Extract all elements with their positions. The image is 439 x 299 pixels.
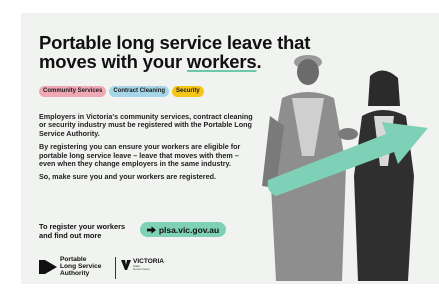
body-paragraph-1: Employers in Victoria's community servic… [39, 112, 253, 138]
tag-security: Security [172, 86, 204, 97]
headline-line2-pre: moves with your [39, 51, 187, 72]
body-copy: Employers in Victoria's community servic… [39, 112, 257, 187]
plsa-mark-icon [39, 260, 57, 275]
headline-underlined-word: workers [186, 51, 257, 72]
cta-line1: To register your workers [39, 222, 126, 231]
plsa-logo: Portable Long Service Authority [39, 256, 101, 277]
handshake [338, 128, 358, 140]
victoria-v-icon [121, 259, 131, 270]
tag-contract-cleaning: Contract Cleaning [109, 86, 170, 97]
body-paragraph-3: So, make sure you and your workers are r… [39, 172, 216, 182]
tag-community-services: Community Services [39, 86, 107, 97]
plsa-line3: Authority [60, 269, 90, 277]
arrow-right-icon [146, 225, 156, 234]
website-link-label: plsa.vic.gov.au [158, 224, 220, 235]
workers-photo [262, 55, 428, 281]
cta-text: To register your workers and find out mo… [39, 222, 139, 240]
website-link-button[interactable]: plsa.vic.gov.au [140, 222, 226, 237]
victoria-sub2: Government [133, 267, 150, 271]
worker-woman [354, 70, 414, 281]
logo-divider [115, 257, 116, 279]
cta-line2: and find out more [39, 231, 102, 240]
body-paragraph-2: By registering you can ensure your worke… [39, 142, 241, 169]
victoria-government-logo: VICTORIA State Government [121, 258, 164, 271]
industry-tags: Community Services Contract Cleaning Sec… [39, 86, 204, 97]
